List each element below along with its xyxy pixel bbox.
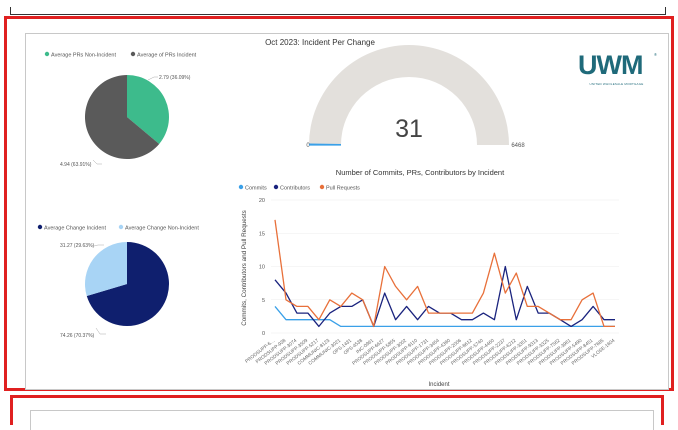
logo-trademark: ® [654,52,657,57]
dashboard-title: Oct 2023: Incident Per Change [265,38,375,47]
dashboard-panel [25,33,669,390]
bottom-panel [30,410,654,430]
uwm-logo: UWM [578,50,643,80]
top-border-line [10,7,666,15]
logo-subtitle: UNITED WHOLESALE MORTGAGE [589,82,644,86]
